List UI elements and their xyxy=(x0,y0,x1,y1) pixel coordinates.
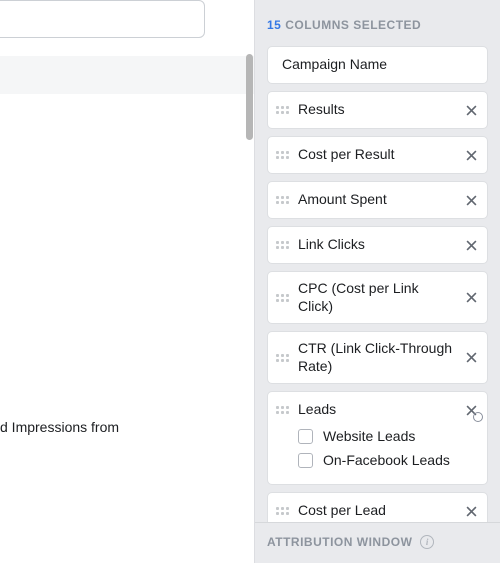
column-label: CTR (Link Click-Through Rate) xyxy=(298,340,461,375)
column-item[interactable]: Results xyxy=(267,91,488,129)
selected-columns-header: 15 COLUMNS SELECTED xyxy=(255,18,500,32)
column-item[interactable]: Link Clicks xyxy=(267,226,488,264)
sub-option-label: Website Leads xyxy=(323,428,415,444)
sub-option[interactable]: Website Leads xyxy=(298,428,475,444)
close-icon[interactable] xyxy=(461,348,481,368)
drag-handle-icon[interactable] xyxy=(276,241,290,249)
selected-label: COLUMNS SELECTED xyxy=(285,18,421,32)
sub-option-label: On-Facebook Leads xyxy=(323,452,450,468)
footer-label: ATTRIBUTION WINDOW xyxy=(267,535,412,549)
column-item: Campaign Name xyxy=(267,46,488,84)
column-label: Results xyxy=(298,101,461,119)
close-icon[interactable] xyxy=(461,145,481,165)
sub-options: Website Leads On-Facebook Leads xyxy=(274,420,481,476)
attribution-window-header: ATTRIBUTION WINDOW i xyxy=(255,522,500,563)
scrollbar-thumb[interactable] xyxy=(246,54,253,140)
drag-handle-icon[interactable] xyxy=(276,151,290,159)
drag-handle-icon[interactable] xyxy=(276,354,290,362)
drag-handle-icon[interactable] xyxy=(276,406,290,414)
column-label: Amount Spent xyxy=(298,191,461,209)
column-label: Link Clicks xyxy=(298,236,461,254)
column-item[interactable]: Cost per Lead xyxy=(267,492,488,522)
info-icon[interactable]: i xyxy=(420,535,434,549)
column-label: Cost per Result xyxy=(298,146,461,164)
column-item[interactable]: Leads Website Leads On-Facebook Leads xyxy=(267,391,488,485)
sub-option[interactable]: On-Facebook Leads xyxy=(298,452,475,468)
selected-row-highlight xyxy=(0,56,254,94)
close-icon[interactable] xyxy=(461,190,481,210)
option-partial-text: d Impressions from xyxy=(0,419,119,435)
close-icon[interactable] xyxy=(461,100,481,120)
column-item[interactable]: CTR (Link Click-Through Rate) xyxy=(267,331,488,384)
close-icon[interactable] xyxy=(461,288,481,308)
column-label: CPC (Cost per Link Click) xyxy=(298,280,461,315)
column-label: Leads xyxy=(298,401,461,419)
drag-handle-icon[interactable] xyxy=(276,294,290,302)
close-icon[interactable] xyxy=(461,235,481,255)
drag-handle-icon[interactable] xyxy=(276,106,290,114)
scrollbar[interactable] xyxy=(246,54,253,514)
selected-count: 15 xyxy=(267,18,281,32)
close-icon[interactable] xyxy=(461,400,481,420)
checkbox[interactable] xyxy=(298,429,313,444)
column-label: Cost per Lead xyxy=(298,502,461,520)
search-input[interactable] xyxy=(0,0,205,38)
column-item[interactable]: CPC (Cost per Link Click) xyxy=(267,271,488,324)
drag-handle-icon[interactable] xyxy=(276,507,290,515)
selected-columns-panel: 15 COLUMNS SELECTED Campaign Name Result… xyxy=(254,0,500,563)
columns-list: Campaign Name Results Cost per Result Am… xyxy=(255,46,500,522)
close-icon[interactable] xyxy=(461,501,481,521)
checkbox[interactable] xyxy=(298,453,313,468)
left-pane: d Impressions from xyxy=(0,0,254,563)
column-item[interactable]: Amount Spent xyxy=(267,181,488,219)
drag-handle-icon[interactable] xyxy=(276,196,290,204)
column-item[interactable]: Cost per Result xyxy=(267,136,488,174)
column-label: Campaign Name xyxy=(282,56,481,74)
